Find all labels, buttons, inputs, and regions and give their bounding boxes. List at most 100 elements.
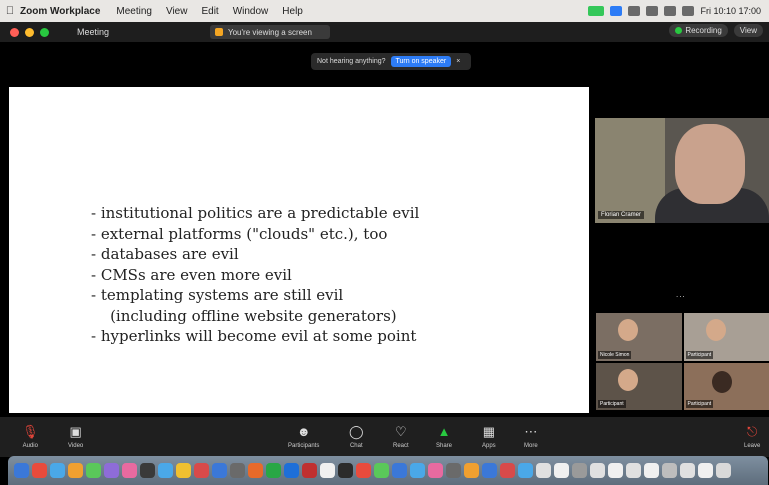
menu-item-window[interactable]: Window <box>233 6 269 17</box>
dock-app-icon[interactable] <box>446 463 461 478</box>
dock-app-icon[interactable] <box>662 463 677 478</box>
slide-bullet: - templating systems are still evil <box>91 286 344 304</box>
screen-share-banner[interactable]: You're viewing a screen <box>210 25 330 39</box>
participants-icon: ☻ <box>296 424 311 439</box>
dock-app-icon[interactable] <box>320 463 335 478</box>
dock-app-icon[interactable] <box>554 463 569 478</box>
zoom-status-icon[interactable] <box>588 6 605 16</box>
dock-app-icon[interactable] <box>716 463 731 478</box>
menu-item-meeting[interactable]: Meeting <box>116 6 152 17</box>
dock-app-icon[interactable] <box>194 463 209 478</box>
minimize-window-button[interactable] <box>25 27 34 37</box>
dock-app-icon[interactable] <box>536 463 551 478</box>
dock-app-icon[interactable] <box>14 463 29 478</box>
dock-app-icon[interactable] <box>590 463 605 478</box>
turn-on-speaker-button[interactable]: Turn on speaker <box>390 56 452 67</box>
status-icon[interactable] <box>646 6 659 16</box>
dock-app-icon[interactable] <box>32 463 47 478</box>
dock-app-icon[interactable] <box>230 463 245 478</box>
status-icon[interactable] <box>628 6 641 16</box>
menubar-clock[interactable]: Fri 10:10 17:00 <box>700 6 761 16</box>
speaker-face <box>675 124 745 204</box>
video-button[interactable]: ▣ Video <box>68 424 83 449</box>
speaker-name-label: Florian Cramer <box>598 211 645 219</box>
more-label: More <box>524 443 538 449</box>
share-button[interactable]: ▲ Share <box>436 424 452 449</box>
dock-app-icon[interactable] <box>176 463 191 478</box>
share-indicator-icon <box>215 28 223 36</box>
dock-app-icon[interactable] <box>698 463 713 478</box>
chat-label: Chat <box>349 443 363 449</box>
status-icon[interactable] <box>610 6 623 16</box>
recording-indicator[interactable]: Recording <box>669 24 728 37</box>
notice-close-icon[interactable]: × <box>456 58 460 65</box>
dock-app-icon[interactable] <box>392 463 407 478</box>
view-button[interactable]: View <box>733 24 763 37</box>
menu-item-help[interactable]: Help <box>282 6 303 17</box>
dock-app-icon[interactable] <box>644 463 659 478</box>
audio-button[interactable]: 🎙 Audio <box>22 424 39 449</box>
react-icon: ♡ <box>395 424 407 439</box>
apps-icon: ▦ <box>482 424 495 439</box>
dock-app-icon[interactable] <box>266 463 281 478</box>
apple-icon[interactable]:  <box>0 5 20 17</box>
dock-app-icon[interactable] <box>248 463 263 478</box>
menu-item-view[interactable]: View <box>166 6 188 17</box>
participant-tile[interactable]: Participant <box>596 362 682 410</box>
participant-face <box>618 368 638 391</box>
dock-app-icon[interactable] <box>338 463 353 478</box>
dock-app-icon[interactable] <box>284 463 299 478</box>
participants-button[interactable]: ☻ Participants <box>288 424 319 449</box>
dock-app-icon[interactable] <box>518 463 533 478</box>
close-window-button[interactable] <box>10 27 19 37</box>
meeting-title: Meeting <box>77 27 110 37</box>
apps-button[interactable]: ▦ Apps <box>482 424 496 449</box>
participant-tile[interactable]: Participant <box>683 362 769 410</box>
titlebar-controls: Recording View <box>669 24 763 37</box>
participant-gallery: Nicole Simon Participant Participant Par… <box>596 313 769 410</box>
slide-bullet: - hyperlinks will become evil at some po… <box>91 327 417 345</box>
leave-button[interactable]: ⎋ Leave <box>744 424 760 449</box>
dock-app-icon[interactable] <box>428 463 443 478</box>
dock-app-icon[interactable] <box>104 463 119 478</box>
dock-app-icon[interactable] <box>626 463 641 478</box>
dock-app-icon[interactable] <box>158 463 173 478</box>
apps-label: Apps <box>482 443 496 449</box>
dock-app-icon[interactable] <box>680 463 695 478</box>
zoom-window-button[interactable] <box>40 27 49 37</box>
react-button[interactable]: ♡ React <box>393 424 409 449</box>
dock-app-icon[interactable] <box>356 463 371 478</box>
dock-app-icon[interactable] <box>212 463 227 478</box>
shared-slide: - institutional politics are a predictab… <box>9 87 589 413</box>
dock-app-icon[interactable] <box>140 463 155 478</box>
more-participants-icon[interactable]: ... <box>676 290 686 299</box>
menu-app-name[interactable]: Zoom Workplace <box>20 6 100 17</box>
active-speaker-video[interactable]: Florian Cramer <box>595 118 769 223</box>
wifi-icon[interactable] <box>664 6 677 16</box>
dock-app-icon[interactable] <box>500 463 515 478</box>
dock-app-icon[interactable] <box>86 463 101 478</box>
dock-app-icon[interactable] <box>302 463 317 478</box>
dock-app-icon[interactable] <box>608 463 623 478</box>
participant-tile[interactable]: Participant <box>683 313 769 361</box>
share-banner-text: You're viewing a screen <box>228 27 312 37</box>
chat-icon: ◯ <box>349 424 364 439</box>
participant-tile[interactable]: Nicole Simon <box>596 313 682 361</box>
dock-app-icon[interactable] <box>482 463 497 478</box>
battery-icon[interactable] <box>682 6 695 16</box>
more-button[interactable]: ⋯ More <box>524 424 538 449</box>
status-area: Fri 10:10 17:00 <box>588 0 761 22</box>
participants-label: Participants <box>288 443 320 449</box>
chat-button[interactable]: ◯ Chat <box>349 424 364 449</box>
slide-bullet: - institutional politics are a predictab… <box>91 204 420 222</box>
menu-item-edit[interactable]: Edit <box>201 6 218 17</box>
share-label: Share <box>436 443 453 449</box>
dock-app-icon[interactable] <box>122 463 137 478</box>
video-background <box>595 118 665 223</box>
dock-app-icon[interactable] <box>572 463 587 478</box>
dock-app-icon[interactable] <box>68 463 83 478</box>
dock-app-icon[interactable] <box>464 463 479 478</box>
dock-app-icon[interactable] <box>374 463 389 478</box>
dock-app-icon[interactable] <box>50 463 65 478</box>
dock-app-icon[interactable] <box>410 463 425 478</box>
